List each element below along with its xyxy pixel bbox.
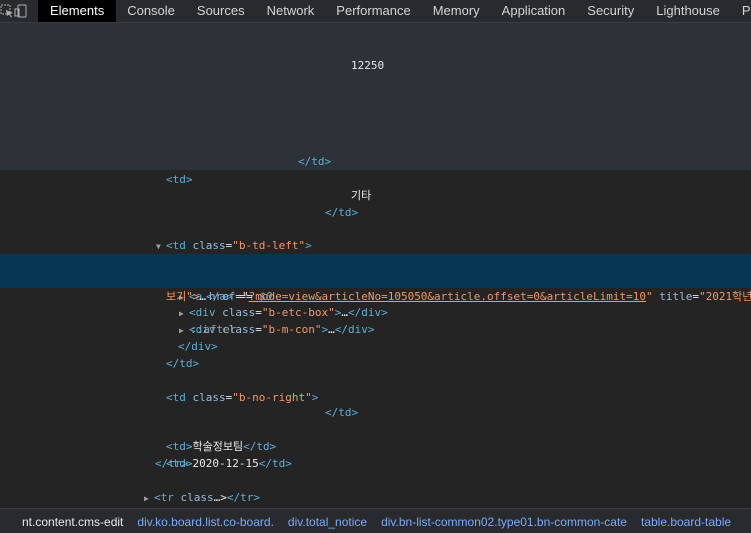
- breadcrumb-tag: nt: [22, 514, 33, 529]
- tab-sources[interactable]: Sources: [186, 0, 256, 22]
- inspect-element-icon[interactable]: [0, 0, 14, 22]
- dom-node-div-b-m-con[interactable]: ▶ <div class="b-m-con">…</div>: [0, 304, 751, 336]
- breadcrumb-class: .total_notice: [302, 514, 368, 529]
- dom-node-div-b-etc-box[interactable]: ▶ <div class="b-etc-box">…</div>: [0, 287, 751, 319]
- devtools-window: Elements Console Sources Network Perform…: [0, 0, 751, 533]
- dom-tree: 12250 </td> <td> 기타 </td> ▼ <td class="b-…: [0, 23, 751, 521]
- devtools-toolbar: Elements Console Sources Network Perform…: [0, 0, 751, 23]
- tab-performance[interactable]: Performance: [325, 0, 421, 22]
- breadcrumb-class: .board-table: [667, 514, 732, 529]
- tab-lighthouse[interactable]: Lighthouse: [645, 0, 731, 22]
- tag-text: </div>: [178, 340, 218, 353]
- tag-text: </tr>: [155, 457, 189, 470]
- tag-text: </td>: [298, 155, 332, 168]
- tab-overflow[interactable]: P: [731, 0, 751, 22]
- dom-node-td-author[interactable]: <td>학술정보팀</td>: [0, 421, 751, 453]
- breadcrumb-tag: div: [381, 514, 396, 529]
- dom-node-tr-close[interactable]: </tr>: [0, 455, 751, 472]
- breadcrumb: nt.content.cms-edit div.ko.board.list.co…: [0, 508, 751, 533]
- tag-text: <td>: [166, 173, 193, 186]
- dom-node-td-b-no-right[interactable]: <td class="b-no-right">: [0, 372, 751, 404]
- tag-text: </td>: [325, 406, 359, 419]
- dom-node-text[interactable]: 기타: [0, 187, 751, 204]
- attr-value: "b-no-right": [232, 391, 312, 404]
- breadcrumb-item[interactable]: nt.content.cms-edit: [0, 515, 130, 529]
- dom-node-tr-collapsed[interactable]: ▶<tr class…></tr>: [0, 472, 751, 504]
- dom-node-td-b-td-left[interactable]: ▼ <td class="b-td-left">: [0, 220, 751, 252]
- attr-name: class: [192, 391, 226, 404]
- dom-node-tr-collapsed[interactable]: ▶<tr class…></tr>: [0, 489, 751, 521]
- breadcrumb-item[interactable]: table.board-table: [634, 515, 738, 529]
- pseudo-element: ::after: [190, 323, 237, 336]
- breadcrumb-item[interactable]: div.bn-list-common02.type01.bn-common-ca…: [374, 515, 634, 529]
- dom-node-td-close[interactable]: </td>: [0, 204, 751, 221]
- hovered-node-highlight: [0, 23, 751, 170]
- tag-text: </td>: [166, 357, 200, 370]
- breadcrumb-class: .ko.board.list.co-board.: [151, 514, 274, 529]
- tab-network[interactable]: Network: [256, 0, 326, 22]
- dom-node-td-open[interactable]: <td>: [0, 171, 751, 188]
- tab-security[interactable]: Security: [576, 0, 645, 22]
- breadcrumb-tag: div: [137, 514, 152, 529]
- dom-node-div-b-title-box[interactable]: ▼<div class="b-title-box">: [0, 237, 751, 269]
- dom-node-td-close[interactable]: </td>: [0, 404, 751, 421]
- dom-node-a-selected[interactable]: ··· ▶<a href="?mode=view&articleNo=10505…: [0, 254, 751, 303]
- tab-memory[interactable]: Memory: [422, 0, 491, 22]
- device-toolbar-icon[interactable]: [14, 0, 28, 22]
- breadcrumb-item[interactable]: div.ko.board.list.co-board.: [130, 515, 281, 529]
- breadcrumb-class: .bn-list-common02.type01.bn-common-cate: [395, 514, 627, 529]
- dom-node-pseudo-after[interactable]: ::after: [0, 321, 751, 338]
- breadcrumb-class: .content.cms-edit: [32, 514, 124, 529]
- dom-node-a-selected-continued[interactable]: 보기">…</a> == $0: [0, 271, 751, 303]
- dom-node-td-date[interactable]: <td>2020-12-15</td>: [0, 438, 751, 470]
- dom-node-td-close[interactable]: </td>: [0, 153, 751, 170]
- tab-console[interactable]: Console: [116, 0, 186, 22]
- tab-elements[interactable]: Elements: [38, 0, 117, 22]
- tag-text: </td>: [325, 206, 359, 219]
- breadcrumb-tag: div: [287, 514, 303, 529]
- text-node: 기타: [351, 189, 372, 202]
- dom-node-td-close[interactable]: </td>: [0, 355, 751, 372]
- cell-number-text: 12250: [351, 59, 385, 72]
- breadcrumb-tag: table: [640, 514, 667, 529]
- breadcrumb-item[interactable]: div.total_notice: [281, 515, 374, 529]
- dom-node-div-close[interactable]: </div>: [0, 338, 751, 355]
- tab-application[interactable]: Application: [491, 0, 577, 22]
